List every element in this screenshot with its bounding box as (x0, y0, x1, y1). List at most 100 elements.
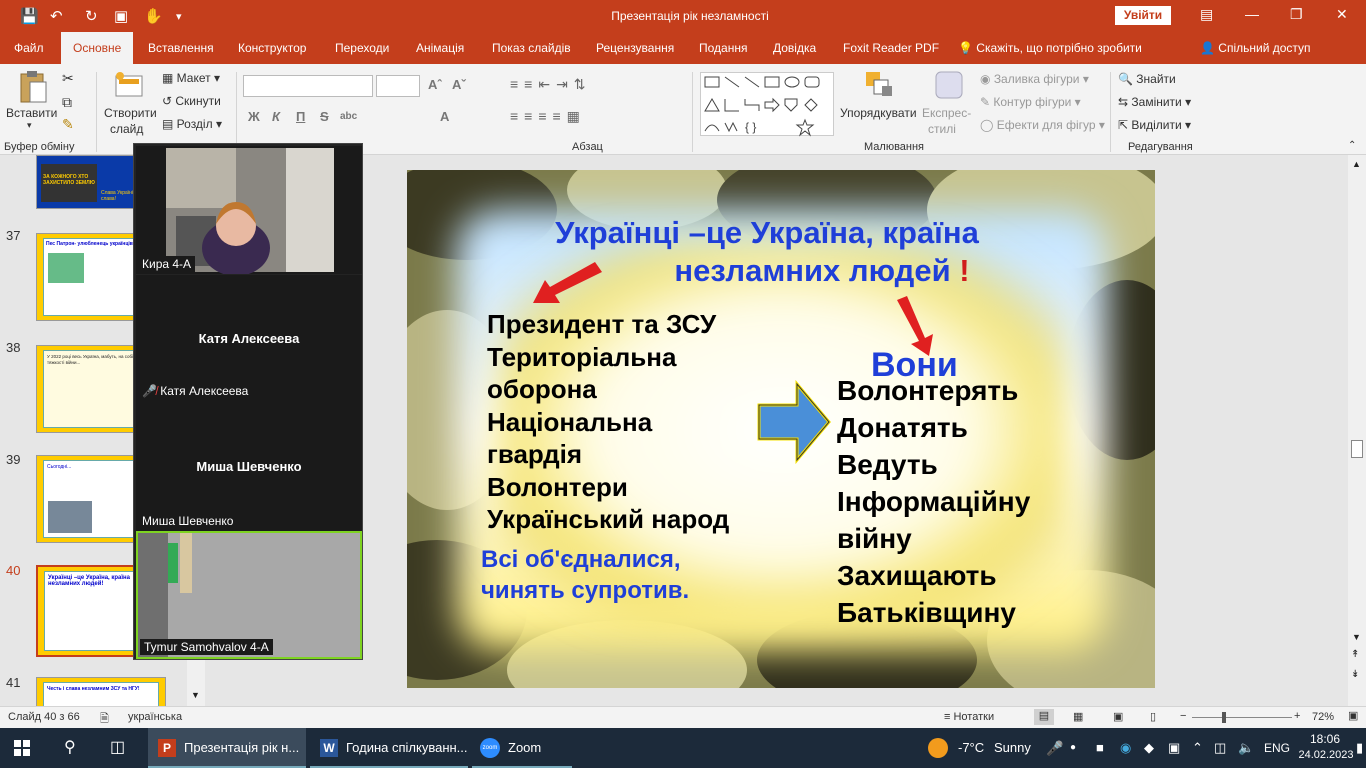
quick-styles-icon[interactable] (934, 70, 964, 100)
tab-transitions[interactable]: Переходи (335, 32, 389, 64)
weather-temp[interactable]: -7°C (958, 728, 984, 768)
shadow-button[interactable]: abc (340, 111, 357, 122)
microphone-icon[interactable]: 🎤 (1046, 728, 1063, 768)
tray-icon-4[interactable]: ▣ (1168, 728, 1180, 768)
notifications-icon[interactable]: ▮ (1356, 728, 1363, 768)
minimize-icon[interactable]: — (1245, 6, 1259, 22)
copy-icon[interactable]: ⧉ (62, 94, 72, 111)
clock-date[interactable]: 24.02.2023 (1296, 749, 1356, 761)
replace-button[interactable]: ⇆ Замінити ▾ (1118, 95, 1191, 109)
grow-font-icon[interactable]: Aˆ (428, 77, 442, 92)
show-hidden-icons-icon[interactable]: ⌃ (1192, 728, 1203, 768)
fit-slide-icon[interactable]: ▣ (1348, 709, 1358, 722)
tab-help[interactable]: Довідка (773, 32, 816, 64)
taskbar-powerpoint[interactable]: P Презентація рік н... (148, 728, 306, 768)
find-button[interactable]: 🔍 Знайти (1118, 72, 1176, 86)
tray-icon-2[interactable]: ◉ (1120, 728, 1131, 768)
redo-icon[interactable]: ↻ (85, 7, 98, 25)
input-language[interactable]: ENG (1264, 728, 1290, 768)
canvas-scrollbar[interactable]: ▲ ▼ ↟ ↡ (1348, 155, 1366, 706)
layout-button[interactable]: ▦ Макет ▾ (162, 71, 220, 85)
zoom-tray-icon[interactable]: ● (1070, 728, 1076, 768)
select-button[interactable]: ⇱ Виділити ▾ (1118, 118, 1191, 132)
weather-desc[interactable]: Sunny (994, 728, 1031, 768)
new-slide-label-2[interactable]: слайд (110, 122, 143, 136)
tab-design[interactable]: Конструктор (238, 32, 306, 64)
previous-slide-icon[interactable]: ↟ (1351, 649, 1359, 660)
tell-me-search[interactable]: 💡 Скажіть, що потрібно зробити (958, 32, 1142, 64)
section-button[interactable]: ▤ Розділ ▾ (162, 117, 222, 131)
collapse-ribbon-icon[interactable]: ⌃ (1348, 140, 1356, 151)
slide-40[interactable]: Українці –це Україна, країна незламних л… (407, 170, 1155, 688)
spellcheck-icon[interactable]: 🗎 (100, 710, 109, 729)
normal-view-icon[interactable]: ▤ (1034, 709, 1054, 725)
ribbon-display-icon[interactable]: ▤ (1200, 6, 1213, 23)
arrange-label[interactable]: Упорядкувати (840, 106, 917, 120)
next-slide-icon[interactable]: ↡ (1351, 669, 1359, 680)
clock-time[interactable]: 18:06 (1300, 732, 1350, 746)
slideshow-icon[interactable]: ▯ (1150, 710, 1156, 723)
taskbar-zoom[interactable]: zoom Zoom (472, 728, 572, 768)
zoom-slider[interactable] (1192, 717, 1292, 718)
zoom-gallery-window[interactable]: Кира 4-А Катя Алексеева 🎤̸ Катя Алексеев… (133, 143, 363, 660)
font-size-select[interactable] (376, 75, 420, 97)
search-icon[interactable]: ⚲ (64, 728, 76, 768)
scroll-up-icon[interactable]: ▲ (1352, 159, 1361, 169)
paste-label[interactable]: Вставити (6, 106, 57, 120)
zoom-in-icon[interactable]: + (1294, 710, 1300, 722)
arrange-icon[interactable] (864, 70, 894, 100)
zoom-out-icon[interactable]: − (1180, 710, 1186, 722)
underline-button[interactable]: П (296, 109, 305, 124)
share-button[interactable]: 👤 Спільний доступ (1200, 32, 1311, 64)
signin-button[interactable]: Увійти (1115, 6, 1171, 25)
volume-icon[interactable]: 🔈 (1238, 728, 1254, 768)
reset-button[interactable]: ↺ Скинути (162, 94, 221, 108)
shape-fill-button[interactable]: ◉ Заливка фігури ▾ (980, 72, 1089, 86)
shape-effects-button[interactable]: ◯ Ефекти для фігур ▾ (980, 118, 1105, 132)
close-icon[interactable]: ✕ (1336, 6, 1348, 23)
tab-file[interactable]: Файл (14, 32, 44, 64)
quick-styles-label-2[interactable]: стилі (928, 122, 956, 136)
shrink-font-icon[interactable]: Aˇ (452, 77, 466, 92)
participant-video-2[interactable]: Катя Алексеева 🎤̸ Катя Алексеева (136, 275, 362, 403)
network-icon[interactable]: ◫ (1214, 728, 1226, 768)
bold-button[interactable]: Ж (248, 109, 260, 124)
tab-slideshow[interactable]: Показ слайдів (492, 32, 571, 64)
list-buttons[interactable]: ≡≡⇤⇥⇅ (510, 76, 592, 93)
maximize-icon[interactable]: ❐ (1290, 6, 1303, 23)
font-family-select[interactable] (243, 75, 373, 97)
participant-video-3[interactable]: Миша Шевченко Миша Шевченко (136, 403, 362, 531)
font-color-icon[interactable]: A (440, 109, 449, 124)
new-slide-label-1[interactable]: Створити (104, 106, 157, 120)
slide-sorter-icon[interactable]: ▦ (1073, 710, 1083, 723)
quick-styles-label-1[interactable]: Експрес- (922, 106, 971, 120)
taskbar-word[interactable]: W Година спілкуванн... (310, 728, 468, 768)
task-view-icon[interactable]: ◫ (110, 728, 125, 768)
shapes-gallery[interactable]: { } (700, 72, 834, 137)
participant-video-4-active-speaker[interactable]: Tymur Samohvalov 4-A (136, 531, 362, 659)
undo-icon[interactable]: ↶ (50, 7, 63, 25)
cut-icon[interactable]: ✂ (62, 70, 74, 87)
scroll-thumb[interactable] (1351, 440, 1363, 458)
strikethrough-button[interactable]: S (320, 109, 329, 124)
customize-qat-icon[interactable]: ▾ (176, 10, 182, 23)
italic-button[interactable]: К (272, 109, 280, 124)
tray-icon-1[interactable]: ■ (1096, 728, 1104, 768)
tab-insert[interactable]: Вставлення (148, 32, 214, 64)
new-slide-icon[interactable] (114, 70, 144, 100)
shape-outline-button[interactable]: ✎ Контур фігури ▾ (980, 95, 1081, 109)
align-buttons[interactable]: ≡≡≡≡▦ (510, 108, 586, 125)
tab-foxit[interactable]: Foxit Reader PDF (843, 32, 939, 64)
zoom-level[interactable]: 72% (1312, 711, 1334, 723)
format-painter-icon[interactable]: ✎ (62, 116, 74, 133)
scroll-down-icon[interactable]: ▼ (191, 690, 200, 700)
tray-icon-3[interactable]: ◆ (1144, 728, 1154, 768)
save-icon[interactable]: 💾 (20, 7, 39, 25)
present-from-start-icon[interactable]: ▣ (114, 7, 128, 25)
paste-icon[interactable] (18, 70, 48, 104)
language-indicator[interactable]: українська (128, 711, 182, 723)
paste-dropdown-icon[interactable]: ▾ (27, 120, 32, 131)
weather-sun-icon[interactable] (928, 738, 948, 758)
scroll-down-icon[interactable]: ▼ (1352, 632, 1361, 642)
reading-view-icon[interactable]: ▣ (1113, 710, 1123, 723)
